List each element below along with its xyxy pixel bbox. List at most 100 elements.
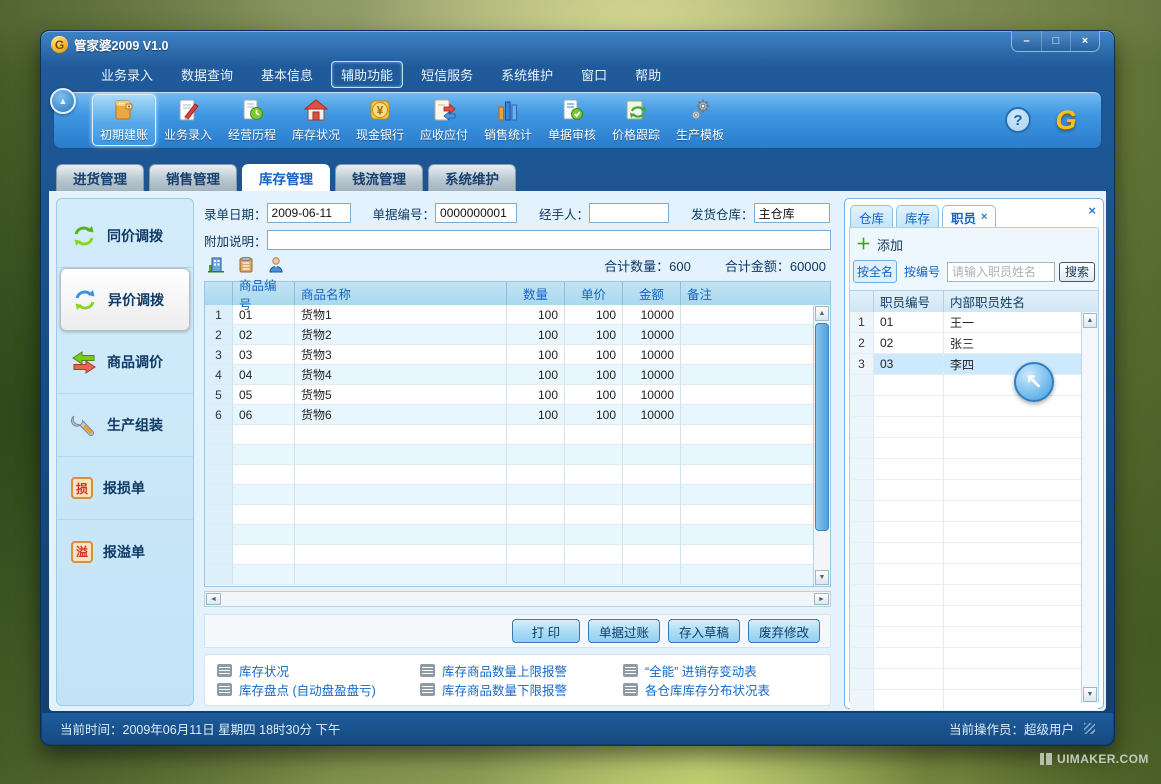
tab-staff[interactable]: 职员× [942, 205, 996, 228]
tab-cashflow-management[interactable]: 钱流管理 [335, 164, 423, 191]
scroll-down-icon[interactable]: ▼ [1083, 687, 1097, 702]
table-row[interactable]: 4 04 货物4 100 100 10000 [205, 365, 830, 385]
cell-staff-name[interactable]: 张三 [944, 333, 1098, 354]
sidebar-item-price-adjust[interactable]: 商品调价 [57, 331, 193, 394]
sidebar-item-production-assembly[interactable]: 生产组装 [57, 394, 193, 457]
print-button[interactable]: 打 印 [512, 619, 580, 643]
tab-inventory[interactable]: 库存 [896, 205, 939, 228]
save-draft-button[interactable]: 存入草稿 [668, 619, 740, 643]
cell-remark[interactable] [681, 365, 830, 385]
tab-sales-management[interactable]: 销售管理 [149, 164, 237, 191]
cell-code[interactable]: 03 [233, 345, 295, 365]
cell-staff-code[interactable]: 01 [874, 312, 944, 333]
cell-qty[interactable]: 100 [507, 365, 565, 385]
cell-amount[interactable]: 10000 [623, 345, 681, 365]
tab-warehouse[interactable]: 仓库 [850, 205, 893, 228]
cell-remark[interactable] [681, 325, 830, 345]
link-upper-limit-alarm[interactable]: 库存商品数量上限报警 [420, 661, 623, 680]
staff-row[interactable]: 2 02 张三 [850, 333, 1098, 354]
toolbar-inventory-status[interactable]: 库存状况 [284, 94, 348, 146]
maximize-button[interactable]: □ [1041, 31, 1070, 51]
cell-staff-code[interactable]: 03 [874, 354, 944, 375]
cell-price[interactable]: 100 [565, 325, 623, 345]
link-lower-limit-alarm[interactable]: 库存商品数量下限报警 [420, 680, 623, 699]
table-row[interactable]: 3 03 货物3 100 100 10000 [205, 345, 830, 365]
sidebar-item-loss-report[interactable]: 损 报损单 [57, 457, 193, 520]
staff-vertical-scrollbar[interactable]: ▲ ▼ [1081, 312, 1098, 703]
link-stocktaking[interactable]: 库存盘点 (自动盘盈盘亏) [217, 680, 420, 699]
cell-qty[interactable]: 100 [507, 325, 565, 345]
link-warehouse-distribution[interactable]: 各仓库库存分布状况表 [623, 680, 826, 699]
toolbar-document-audit[interactable]: 单据审核 [540, 94, 604, 146]
panel-close-icon[interactable]: × [1088, 203, 1096, 218]
table-row[interactable]: 1 01 货物1 100 100 10000 [205, 305, 830, 325]
cell-code[interactable]: 05 [233, 385, 295, 405]
cell-code[interactable]: 02 [233, 325, 295, 345]
menu-item-help[interactable]: 帮助 [625, 61, 671, 88]
cell-amount[interactable]: 10000 [623, 325, 681, 345]
cell-amount[interactable]: 10000 [623, 385, 681, 405]
warehouse-input[interactable] [754, 203, 830, 223]
table-row[interactable]: 6 06 货物6 100 100 10000 [205, 405, 830, 425]
scroll-up-icon[interactable]: ▲ [1083, 313, 1097, 328]
cell-remark[interactable] [681, 385, 830, 405]
cell-name[interactable]: 货物5 [295, 385, 507, 405]
sidebar-item-same-price-transfer[interactable]: 同价调拨 [57, 205, 193, 268]
cell-name[interactable]: 货物4 [295, 365, 507, 385]
cell-price[interactable]: 100 [565, 365, 623, 385]
minimize-button[interactable]: – [1012, 31, 1041, 51]
company-icon[interactable] [207, 256, 225, 274]
scrollbar-thumb[interactable] [815, 323, 829, 531]
note-input[interactable] [267, 230, 831, 250]
post-document-button[interactable]: 单据过账 [588, 619, 660, 643]
grid-horizontal-scrollbar[interactable]: ◄ ► [204, 591, 831, 607]
menu-item-aux-functions[interactable]: 辅助功能 [331, 61, 403, 88]
cell-amount[interactable]: 10000 [623, 305, 681, 325]
tab-close-icon[interactable]: × [981, 211, 987, 223]
filter-by-code[interactable]: 按编号 [901, 261, 943, 282]
cell-qty[interactable]: 100 [507, 405, 565, 425]
cell-code[interactable]: 04 [233, 365, 295, 385]
staff-row-selected[interactable]: 3 03 李四 [850, 354, 1098, 375]
cell-amount[interactable]: 10000 [623, 405, 681, 425]
cell-qty[interactable]: 100 [507, 385, 565, 405]
cell-staff-name[interactable]: 王一 [944, 312, 1098, 333]
menu-item-business-entry[interactable]: 业务录入 [91, 61, 163, 88]
cell-code[interactable]: 06 [233, 405, 295, 425]
toolbar-cash-bank[interactable]: ¥ 现金银行 [348, 94, 412, 146]
staff-search-input[interactable] [947, 262, 1055, 282]
toolbar-sales-statistics[interactable]: 销售统计 [476, 94, 540, 146]
date-input[interactable] [267, 203, 351, 223]
cell-price[interactable]: 100 [565, 305, 623, 325]
toolbar-initial-setup[interactable]: 初期建账 [92, 94, 156, 146]
close-button[interactable]: × [1070, 31, 1099, 51]
toolbar-business-entry[interactable]: 业务录入 [156, 94, 220, 146]
doc-no-input[interactable] [435, 203, 517, 223]
link-omnipotent-change-table[interactable]: “全能” 进销存变动表 [623, 661, 826, 680]
menu-item-sms-service[interactable]: 短信服务 [411, 61, 483, 88]
sidebar-item-overflow-report[interactable]: 溢 报溢单 [57, 520, 193, 583]
order-pad-icon[interactable] [237, 256, 255, 274]
toolbar-collapse-button[interactable]: ▲ [50, 88, 76, 114]
cell-price[interactable]: 100 [565, 385, 623, 405]
staff-row[interactable]: 1 01 王一 [850, 312, 1098, 333]
resize-grip[interactable] [1084, 723, 1095, 734]
handler-input[interactable] [589, 203, 669, 223]
toolbar-price-tracking[interactable]: 价格跟踪 [604, 94, 668, 146]
menu-item-basic-info[interactable]: 基本信息 [251, 61, 323, 88]
sidebar-item-diff-price-transfer[interactable]: 异价调拨 [60, 268, 190, 331]
cell-name[interactable]: 货物2 [295, 325, 507, 345]
menu-item-system-maintenance[interactable]: 系统维护 [491, 61, 563, 88]
link-inventory-status[interactable]: 库存状况 [217, 661, 420, 680]
cell-name[interactable]: 货物6 [295, 405, 507, 425]
cell-price[interactable]: 100 [565, 405, 623, 425]
table-row[interactable]: 2 02 货物2 100 100 10000 [205, 325, 830, 345]
cell-remark[interactable] [681, 345, 830, 365]
table-row[interactable]: 5 05 货物5 100 100 10000 [205, 385, 830, 405]
menu-item-data-query[interactable]: 数据查询 [171, 61, 243, 88]
cell-qty[interactable]: 100 [507, 305, 565, 325]
toolbar-operation-history[interactable]: 经营历程 [220, 94, 284, 146]
cell-qty[interactable]: 100 [507, 345, 565, 365]
cell-name[interactable]: 货物3 [295, 345, 507, 365]
cell-amount[interactable]: 10000 [623, 365, 681, 385]
